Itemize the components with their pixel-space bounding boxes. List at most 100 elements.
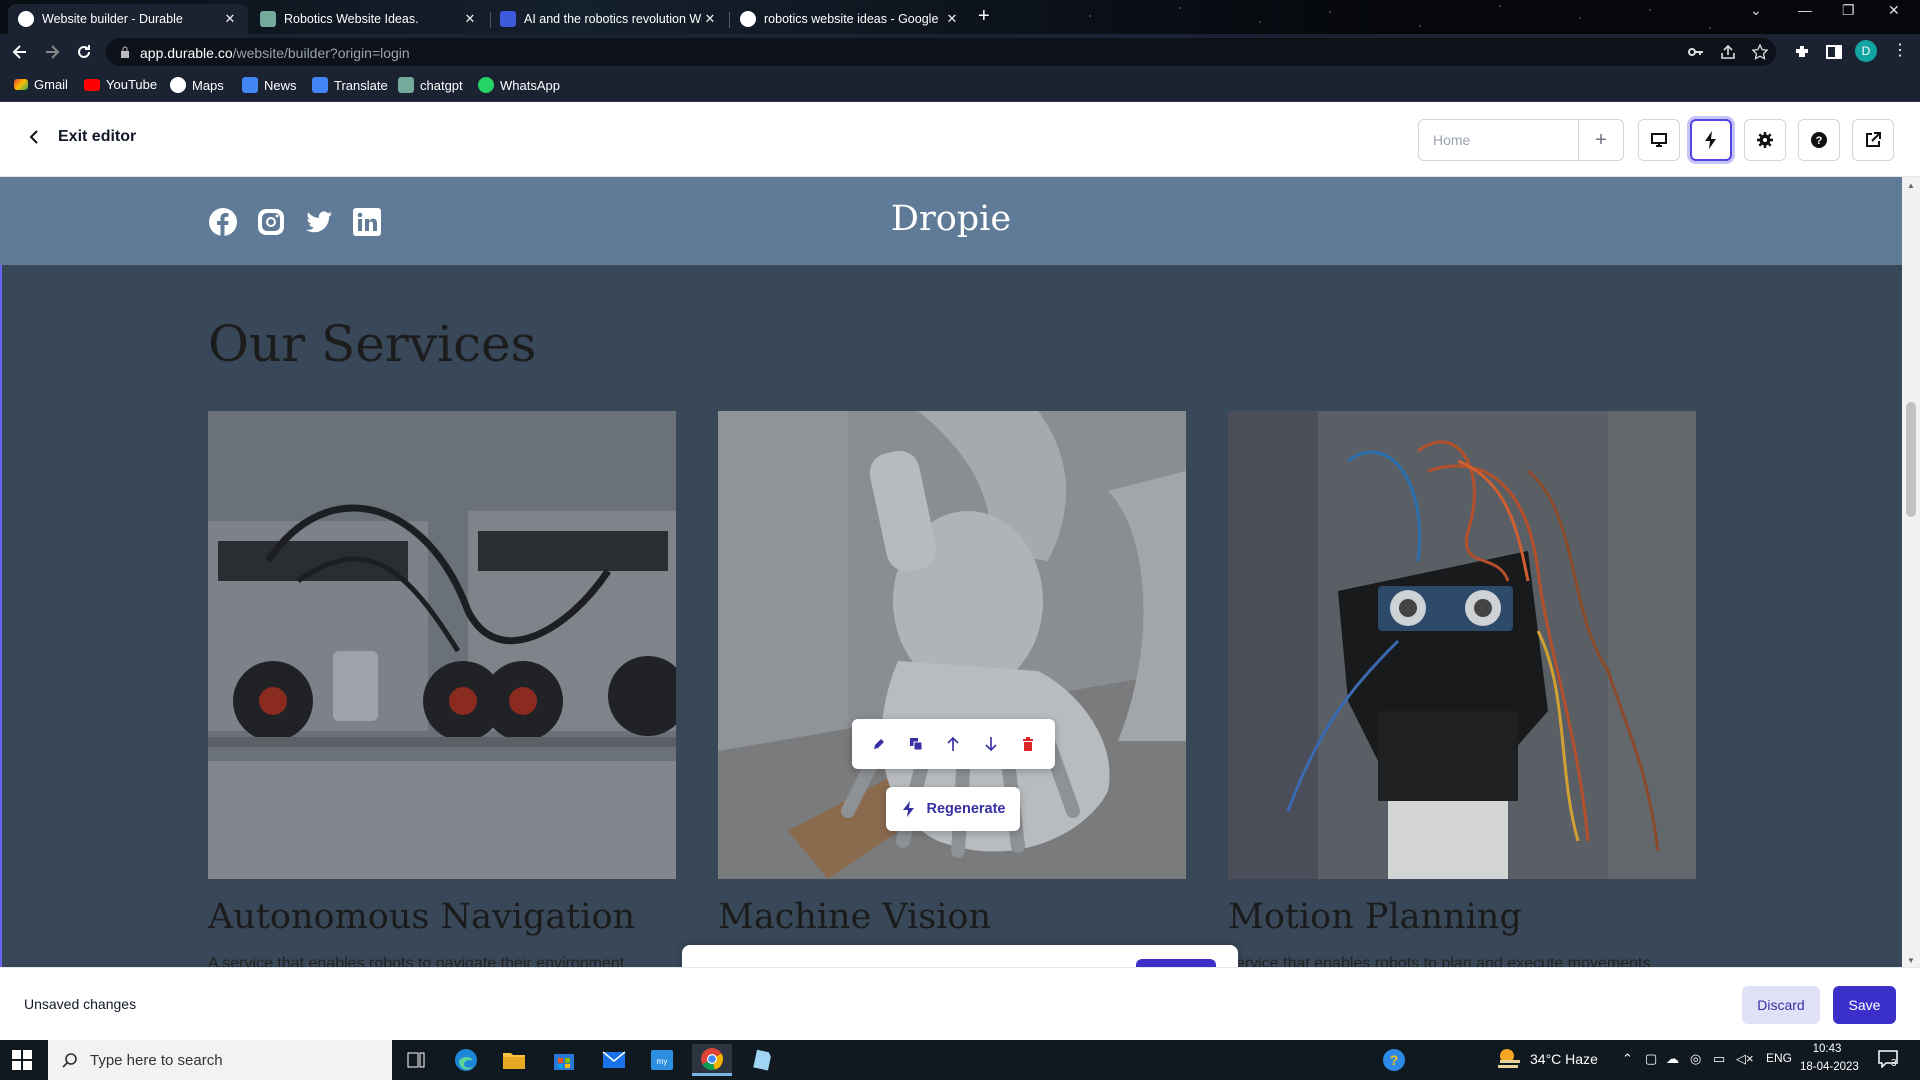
meet-icon[interactable]: ▢ — [1645, 1051, 1657, 1067]
scroll-down-icon[interactable]: ▼ — [1907, 956, 1915, 965]
weather-icon[interactable] — [1496, 1046, 1522, 1070]
taskbar-search-input[interactable]: Type here to search — [48, 1040, 392, 1080]
tab-website-builder[interactable]: Website builder - Durable ✕ — [8, 4, 248, 34]
popup-action-button[interactable] — [1136, 959, 1216, 967]
duplicate-block-button[interactable] — [903, 731, 929, 757]
delete-icon — [1023, 737, 1034, 751]
close-tab-icon[interactable]: ✕ — [222, 11, 238, 27]
delete-block-button[interactable] — [1015, 731, 1041, 757]
notes-app-icon[interactable] — [742, 1044, 782, 1076]
reload-icon[interactable] — [74, 42, 94, 62]
tab-search-icon[interactable]: ⌄ — [1750, 2, 1762, 19]
file-explorer-icon[interactable] — [494, 1044, 534, 1076]
page-select[interactable]: Home + — [1418, 119, 1624, 161]
move-up-button[interactable] — [940, 731, 966, 757]
lock-icon[interactable] — [120, 46, 130, 58]
close-tab-icon[interactable]: ✕ — [702, 11, 718, 27]
site-header[interactable]: Dropie — [0, 177, 1902, 265]
service-title[interactable]: Autonomous Navigation — [208, 897, 635, 937]
notification-center-icon[interactable]: 3 — [1878, 1050, 1898, 1069]
minimize-icon[interactable]: — — [1798, 2, 1812, 18]
save-button[interactable]: Save — [1833, 986, 1896, 1024]
service-description[interactable]: A service that enables robots to navigat… — [208, 955, 624, 967]
clock-date[interactable]: 18-04-2023 — [1800, 1061, 1859, 1073]
site-brand[interactable]: Dropie — [0, 199, 1902, 239]
bookmark-chatgpt[interactable]: chatgpt — [398, 77, 463, 93]
address-bar[interactable]: app.durable.co/website/builder?origin=lo… — [106, 38, 1776, 66]
regenerate-button[interactable]: Regenerate — [886, 787, 1020, 831]
bookmark-whatsapp[interactable]: WhatsApp — [478, 77, 560, 93]
windows-taskbar: Type here to search my ? 34°C Haze ⌃ ▢ ☁… — [0, 1040, 1920, 1080]
restore-icon[interactable]: ❐ — [1842, 2, 1855, 19]
new-tab-icon[interactable]: + — [978, 5, 990, 28]
chrome-icon[interactable] — [692, 1044, 732, 1076]
windows-start-icon[interactable] — [12, 1050, 32, 1070]
move-down-button[interactable] — [978, 731, 1004, 757]
task-view-icon[interactable] — [396, 1044, 436, 1076]
help-tips-icon[interactable]: ? — [1374, 1044, 1414, 1076]
service-image-autonomous-navigation[interactable] — [208, 411, 676, 879]
desktop-preview-button[interactable] — [1638, 119, 1680, 161]
service-image-motion-planning[interactable] — [1228, 411, 1696, 879]
bookmark-youtube[interactable]: YouTube — [84, 77, 157, 92]
microsoft-store-icon[interactable] — [544, 1044, 584, 1076]
side-panel-icon[interactable] — [1824, 42, 1844, 62]
close-tab-icon[interactable]: ✕ — [944, 11, 960, 27]
tab-ai-robotics[interactable]: AI and the robotics revolution Wi ✕ — [490, 4, 728, 34]
exit-editor-button[interactable]: Exit editor — [26, 128, 136, 146]
gear-icon — [1757, 132, 1773, 148]
help-button[interactable]: ? — [1798, 119, 1840, 161]
close-window-icon[interactable]: ✕ — [1888, 2, 1900, 19]
tab-robotics-ideas[interactable]: Robotics Website Ideas. ✕ — [250, 4, 488, 34]
search-icon — [62, 1053, 77, 1068]
camera-icon[interactable]: ◎ — [1690, 1051, 1701, 1067]
forward-icon[interactable] — [42, 42, 62, 62]
language-indicator[interactable]: ENG — [1766, 1051, 1792, 1065]
mcafee-icon[interactable]: my — [642, 1044, 682, 1076]
share-icon[interactable] — [1720, 44, 1736, 60]
news-icon — [242, 77, 258, 93]
service-title[interactable]: Motion Planning — [1228, 897, 1522, 937]
duplicate-icon — [910, 738, 923, 751]
section-title[interactable]: Our Services — [208, 315, 536, 373]
chrome-menu-icon[interactable]: ⋮ — [1892, 40, 1908, 60]
key-icon[interactable] — [1688, 45, 1704, 59]
discard-button[interactable]: Discard — [1742, 986, 1820, 1024]
service-description[interactable]: service that enables robots to plan and … — [1228, 955, 1650, 967]
edge-icon[interactable] — [446, 1044, 486, 1076]
bookmark-maps[interactable]: Maps — [170, 77, 224, 93]
services-section[interactable]: Our Services Autonomous Navigation A ser… — [0, 265, 1900, 967]
volume-icon[interactable]: ◁× — [1736, 1051, 1754, 1067]
network-icon[interactable]: ▭ — [1713, 1051, 1725, 1067]
bookmark-gmail[interactable]: Gmail — [14, 77, 68, 92]
close-tab-icon[interactable]: ✕ — [462, 11, 478, 27]
bookmark-translate[interactable]: Translate — [312, 77, 388, 93]
mail-icon[interactable] — [594, 1044, 634, 1076]
clock-time[interactable]: 10:43 — [1802, 1043, 1852, 1055]
edit-block-button[interactable] — [866, 731, 892, 757]
show-hidden-icons[interactable]: ⌃ — [1622, 1051, 1633, 1067]
settings-button[interactable] — [1744, 119, 1786, 161]
desktop-icon — [1651, 133, 1667, 147]
star-icon[interactable] — [1752, 44, 1768, 60]
scrollbar-thumb[interactable] — [1906, 402, 1916, 517]
scroll-up-icon[interactable]: ▲ — [1907, 181, 1915, 190]
ai-generate-button[interactable] — [1690, 119, 1732, 161]
google-icon — [170, 77, 186, 93]
browser-toolbar: app.durable.co/website/builder?origin=lo… — [0, 34, 1920, 70]
extensions-icon[interactable] — [1792, 42, 1812, 62]
move-up-icon — [947, 736, 960, 751]
service-title[interactable]: Machine Vision — [718, 897, 991, 937]
bookmark-news[interactable]: News — [242, 77, 297, 93]
add-page-button[interactable]: + — [1578, 120, 1623, 160]
tab-google-search[interactable]: robotics website ideas - Google ✕ — [730, 4, 970, 34]
profile-avatar[interactable]: D — [1855, 40, 1877, 62]
move-down-icon — [985, 737, 997, 752]
onedrive-icon[interactable]: ☁ — [1666, 1051, 1679, 1067]
bottom-popup-panel[interactable] — [682, 945, 1238, 967]
weather-text[interactable]: 34°C Haze — [1530, 1051, 1598, 1067]
open-site-button[interactable] — [1852, 119, 1894, 161]
notion-favicon-icon — [500, 11, 516, 27]
back-icon[interactable] — [10, 42, 30, 62]
canvas-scrollbar[interactable]: ▲ ▼ — [1902, 177, 1920, 967]
